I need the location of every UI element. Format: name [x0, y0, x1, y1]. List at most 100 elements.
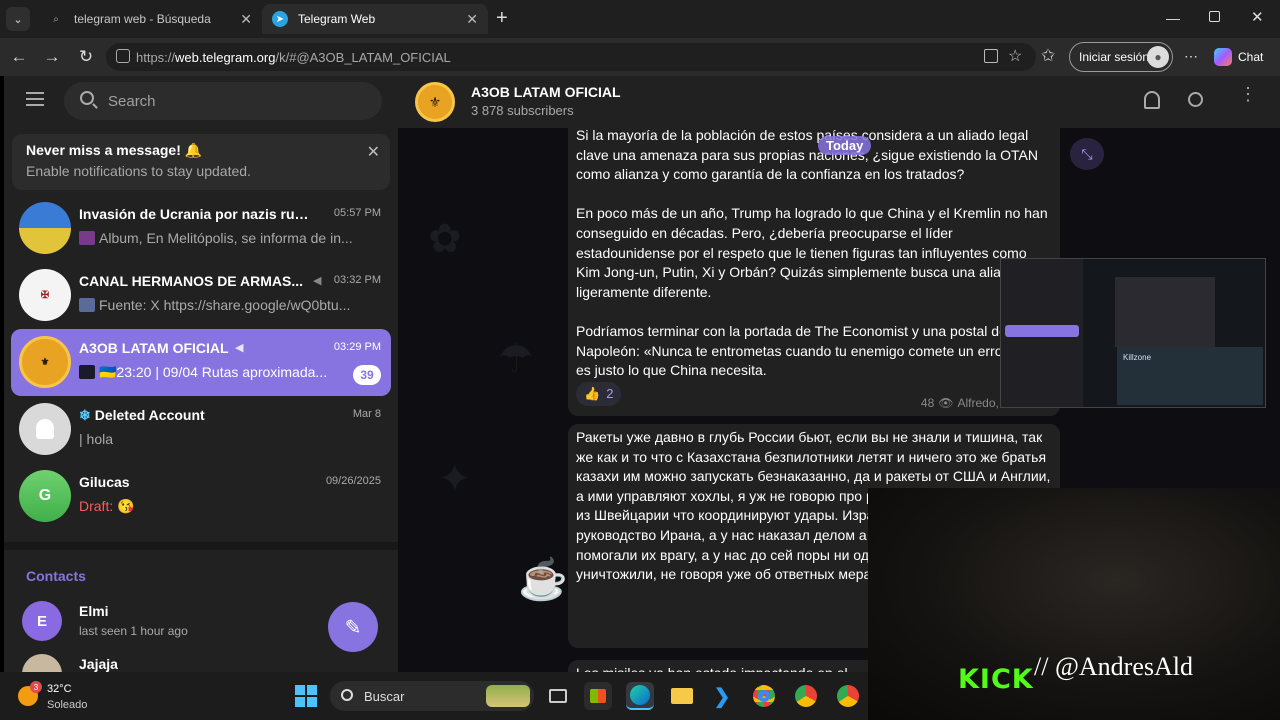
address-bar[interactable]: https://web.telegram.org/k/#@A3OB_LATAM_…: [106, 43, 1036, 71]
chat-name: ❄ Deleted Account: [79, 407, 311, 424]
windows-start-icon[interactable]: [292, 682, 320, 710]
forward-icon[interactable]: →: [41, 46, 63, 68]
chrome-icon[interactable]: [750, 682, 778, 710]
reload-icon[interactable]: ↻: [75, 46, 97, 68]
view-count: 48: [920, 396, 935, 410]
edge-browser-icon[interactable]: [626, 682, 654, 710]
microsoft-store-icon[interactable]: [584, 682, 612, 710]
webcam-overlay: [868, 488, 1280, 720]
thumb-icon: [79, 298, 95, 312]
contact-item-jajaja[interactable]: Jajaja: [11, 652, 311, 672]
search-highlight-icon: [486, 685, 530, 707]
notification-title: Never miss a message! 🔔: [26, 142, 203, 158]
chat-item-a3ob[interactable]: ⚜ A3OB LATAM OFICIAL ◀ 03:29 PM 🇺🇦23:20 …: [11, 329, 391, 396]
chrome-profile-icon[interactable]: [792, 682, 820, 710]
chat-time: 05:57 PM: [333, 207, 381, 219]
muted-icon: ◀: [235, 342, 244, 354]
chat-preview: 🇺🇦23:20 | 09/04 Rutas aproximada...: [79, 364, 341, 381]
copilot-chat-button[interactable]: Chat: [1214, 48, 1263, 66]
tab-telegram[interactable]: ➤ Telegram Web ✕: [262, 4, 488, 34]
chat-label: Chat: [1238, 50, 1264, 64]
contact-status: last seen 1 hour ago: [79, 624, 188, 638]
bell-icon[interactable]: [1144, 91, 1160, 109]
notification-banner[interactable]: Never miss a message! 🔔 Enable notificat…: [12, 134, 390, 190]
chat-time: 09/26/2025: [325, 475, 381, 487]
maximize-icon[interactable]: [1209, 11, 1220, 22]
minimize-pip-button[interactable]: ⤡: [1070, 138, 1104, 170]
background-doodle-icon: ☂: [498, 337, 534, 381]
chat-name: Gilucas: [79, 474, 130, 490]
site-info-icon[interactable]: [116, 49, 130, 63]
file-explorer-icon[interactable]: [668, 682, 696, 710]
chat-preview: Draft: 😘: [79, 498, 371, 515]
thumbs-up-icon: 👍: [584, 386, 601, 402]
url-host: web.telegram.org: [175, 49, 276, 65]
new-message-button[interactable]: ✎: [328, 602, 378, 652]
chrome-profile-icon[interactable]: [834, 682, 862, 710]
signin-button[interactable]: Iniciar sesión ●: [1069, 42, 1173, 72]
new-tab-button[interactable]: +: [496, 7, 508, 30]
kick-logo: KICK: [958, 664, 1034, 695]
reaction-chip[interactable]: 👍 2: [576, 382, 622, 406]
mini-selected-row: [1005, 325, 1079, 337]
avatar: [22, 654, 62, 672]
close-icon[interactable]: ✕: [367, 142, 380, 162]
avatar: ✠: [19, 269, 71, 321]
tab-search[interactable]: ⌕ telegram web - Búsqueda ✕: [38, 4, 262, 34]
message-paragraph: En poco más de un año, Trump ha logrado …: [576, 205, 1048, 300]
close-tab-icon[interactable]: ✕: [240, 11, 252, 28]
weather-widget[interactable]: 3 32°C Soleado: [18, 681, 108, 713]
chat-time: Mar 8: [352, 408, 381, 420]
favorites-icon[interactable]: ✩: [1041, 46, 1055, 66]
chat-preview-text: Album, En Melitópolis, se informa de in.…: [99, 230, 353, 246]
bookmark-star-icon[interactable]: ☆: [1008, 46, 1022, 66]
contact-name: Elmi: [79, 603, 109, 619]
chat-header[interactable]: ⚜ A3OB LATAM OFICIAL 3 878 subscribers ⋮: [398, 76, 1280, 128]
taskbar: 3 32°C Soleado Buscar ❯: [0, 672, 868, 720]
avatar: [19, 403, 71, 455]
message-paragraph: Si la mayoría de la población de estos p…: [576, 127, 1038, 183]
chat-item-invasion[interactable]: Invasión de Ucrania por nazis ruso... 05…: [11, 195, 391, 262]
chat-item-deleted-account[interactable]: ❄ Deleted Account Mar 8 | hola: [11, 396, 391, 463]
chat-preview-text: Fuente: X https://share.google/wQ0btu...: [99, 297, 351, 313]
close-tab-icon[interactable]: ✕: [466, 11, 478, 28]
close-window-icon[interactable]: ✕: [1251, 8, 1264, 26]
browser-tab-bar: ⌄ ⌕ telegram web - Búsqueda ✕ ➤ Telegram…: [0, 0, 1280, 38]
minimize-icon[interactable]: —: [1166, 10, 1180, 26]
draft-label: Draft:: [79, 498, 114, 514]
taskbar-search[interactable]: Buscar: [330, 681, 534, 711]
search-icon-handle: [92, 103, 98, 109]
snowflake-icon: ❄: [79, 407, 91, 423]
chat-preview-text: 🇺🇦23:20 | 09/04 Rutas aproximada...: [99, 364, 328, 380]
chat-time: 03:32 PM: [333, 274, 381, 286]
chat-item-gilucas[interactable]: G Gilucas 09/26/2025 Draft: 😘: [11, 463, 391, 530]
install-app-icon[interactable]: [984, 49, 998, 63]
unread-badge: 39: [353, 365, 381, 385]
divider: [4, 542, 398, 550]
contact-item-elmi[interactable]: E Elmi last seen 1 hour ago: [11, 596, 311, 646]
screen-capture-thumbnail: Killzone: [1000, 258, 1266, 408]
message-bubble[interactable]: Si la mayoría de la población de estos p…: [568, 122, 1060, 416]
telegram-favicon-icon: ➤: [272, 11, 288, 27]
reaction-count: 2: [606, 386, 614, 402]
task-view-icon[interactable]: [544, 682, 572, 710]
chat-item-hermanos[interactable]: ✠ CANAL HERMANOS DE ARMAS... ◀ 03:32 PM …: [11, 262, 391, 329]
back-icon[interactable]: ←: [8, 46, 30, 68]
weather-desc: Soleado: [47, 699, 88, 711]
browser-toolbar: ← → ↻ https://web.telegram.org/k/#@A3OB_…: [0, 38, 1280, 76]
more-vertical-icon[interactable]: ⋮: [1239, 85, 1257, 103]
chat-time: 03:29 PM: [333, 341, 381, 353]
message-paragraph: Podríamos terminar con la portada de The…: [576, 322, 1047, 379]
taskbar-search-label: Buscar: [364, 688, 405, 704]
main-menu-icon[interactable]: [26, 92, 44, 106]
search-icon[interactable]: [1188, 92, 1203, 107]
avatar: [19, 202, 71, 254]
profile-avatar-icon: ●: [1147, 46, 1169, 68]
search-input[interactable]: Search: [64, 82, 382, 120]
more-menu-icon[interactable]: ⋯: [1184, 48, 1198, 65]
ghost-icon: [36, 419, 54, 439]
vscode-icon[interactable]: ❯: [708, 682, 736, 710]
tab-list-button[interactable]: ⌄: [6, 7, 30, 31]
url-path: /k/#@A3OB_LATAM_OFICIAL: [275, 49, 451, 65]
pencil-icon: ✎: [344, 616, 362, 639]
